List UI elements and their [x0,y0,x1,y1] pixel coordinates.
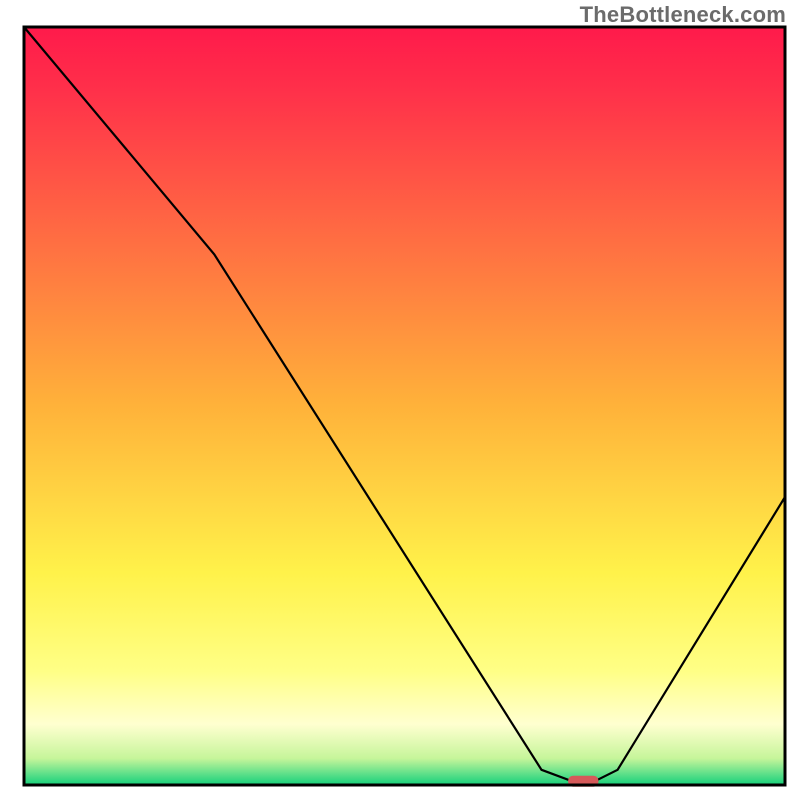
chart-svg [0,0,800,800]
bottleneck-chart: TheBottleneck.com [0,0,800,800]
watermark-label: TheBottleneck.com [580,2,786,28]
plot-background [24,27,785,785]
